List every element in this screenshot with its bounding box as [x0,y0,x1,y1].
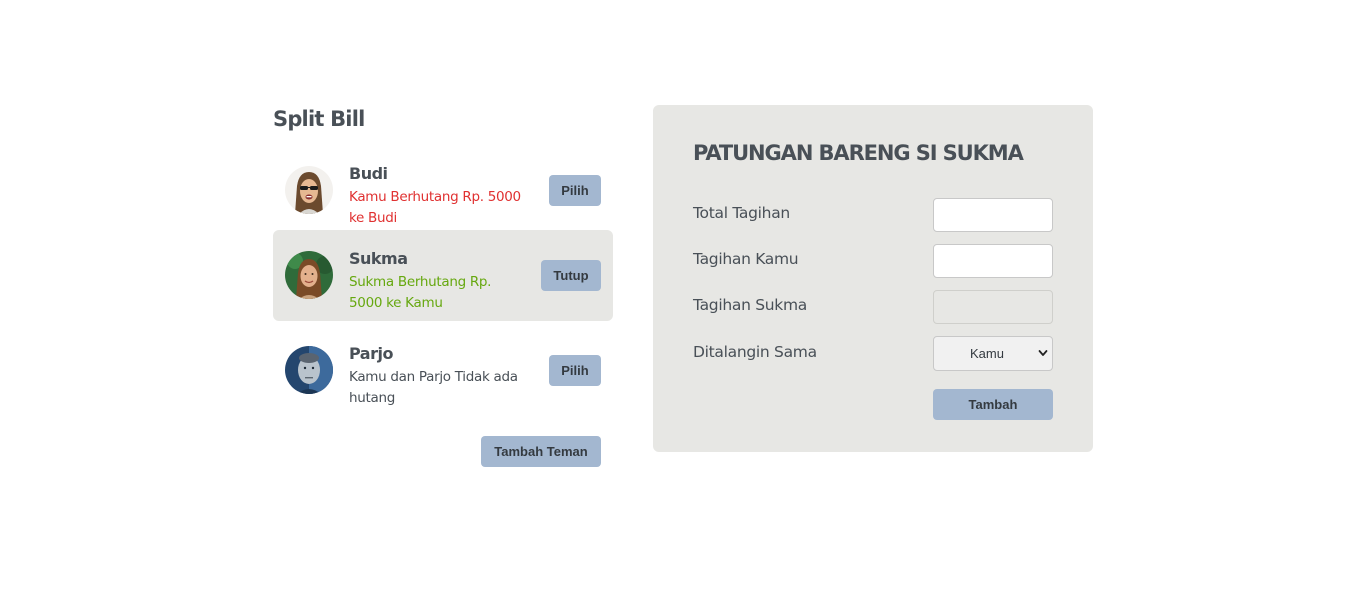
friend-item-budi: Budi Kamu Berhutang Rp. 5000 ke Budi Pil… [273,145,613,236]
friend-name: Budi [349,164,388,183]
add-friend-button[interactable]: Tambah Teman [481,436,601,467]
your-bill-label: Tagihan Kamu [693,250,799,268]
payer-select-value: Kamu [970,346,1004,361]
split-bill-form: PATUNGAN BARENG SI SUKMA Total Tagihan T… [653,105,1093,452]
form-title: PATUNGAN BARENG SI SUKMA [693,141,1024,165]
your-bill-input[interactable] [933,244,1053,278]
person-woman-avatar [285,251,333,299]
payer-select[interactable]: Kamu [933,336,1053,371]
person-sunglasses-avatar [285,166,333,214]
friend-bill-label: Tagihan Sukma [693,296,807,314]
friend-balance-status: Kamu dan Parjo Tidak ada hutang [349,369,518,406]
friend-bill-input [933,290,1053,324]
person-man-avatar [285,346,333,394]
friend-item-sukma: Sukma Sukma Berhutang Rp. 5000 ke Kamu T… [273,230,613,321]
friend-name: Sukma [349,249,408,268]
friend-item-parjo: Parjo Kamu dan Parjo Tidak ada hutang Pi… [273,325,613,416]
close-friend-button-sukma[interactable]: Tutup [541,260,601,291]
friend-balance-status: Sukma Berhutang Rp. 5000 ke Kamu [349,274,492,311]
app-title: Split Bill [273,107,365,131]
chevron-down-icon [1038,350,1048,356]
payer-label: Ditalangin Sama [693,343,817,361]
add-bill-button[interactable]: Tambah [933,389,1053,420]
friend-name: Parjo [349,344,393,363]
select-friend-button-budi[interactable]: Pilih [549,175,601,206]
total-bill-input[interactable] [933,198,1053,232]
total-bill-label: Total Tagihan [693,204,790,222]
select-friend-button-parjo[interactable]: Pilih [549,355,601,386]
split-bill-app: Split Bill Budi Kamu Berhutang Rp. 5000 … [273,105,1093,485]
friend-balance-status: Kamu Berhutang Rp. 5000 ke Budi [349,189,521,226]
